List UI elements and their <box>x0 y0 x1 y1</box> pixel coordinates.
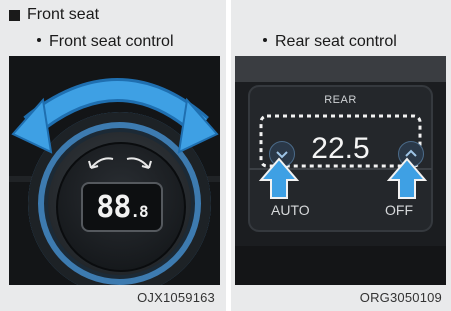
square-bullet-icon <box>9 9 20 21</box>
front-seat-title: Front seat <box>27 6 100 23</box>
rear-seat-control-photo: REAR 22.5 AUTO OFF <box>235 56 446 285</box>
front-seat-control-label: Front seat control <box>49 33 174 50</box>
pointer-arrows <box>258 157 428 199</box>
front-seat-panel: Front seat Front seat control 88.8 OJX10… <box>0 0 226 311</box>
section-title: Front seat <box>9 6 99 24</box>
rotate-arrow-icon <box>11 78 219 154</box>
bullet-dot-icon <box>37 37 41 42</box>
pointer-arrow-right-icon <box>386 157 428 199</box>
photo-reference-code: OJX1059163 <box>137 290 215 305</box>
front-seat-control-subtitle: Front seat control <box>37 33 174 51</box>
front-seat-control-photo: 88.8 <box>9 56 220 285</box>
rear-seat-panel: Rear seat control REAR 22.5 AUTO OFF ORG… <box>231 0 451 311</box>
rear-seat-control-label: Rear seat control <box>275 33 397 50</box>
pointer-arrow-left-icon <box>258 157 300 199</box>
photo-reference-code: ORG3050109 <box>359 290 442 305</box>
bullet-dot-icon <box>263 37 267 42</box>
rear-seat-control-subtitle: Rear seat control <box>263 33 397 51</box>
